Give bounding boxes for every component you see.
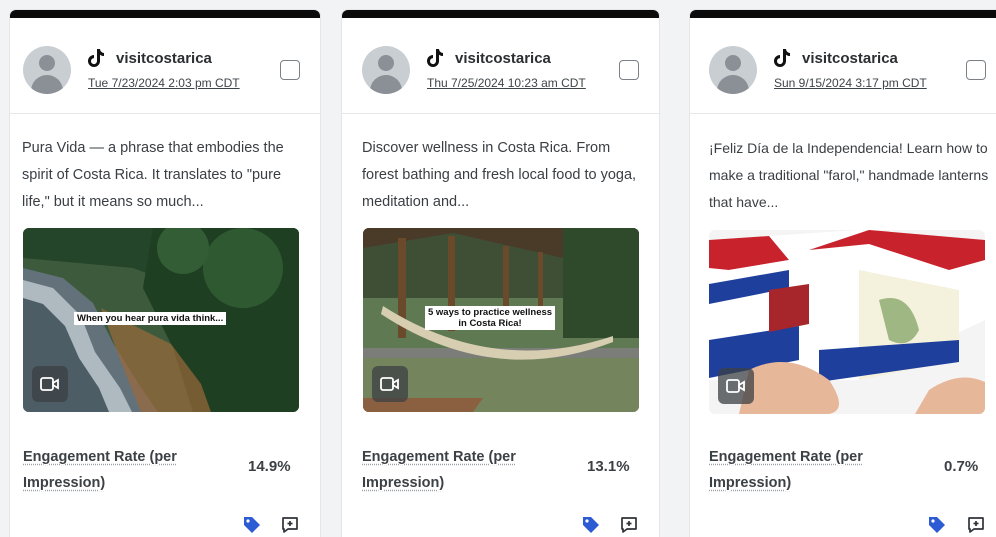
- post-text: ¡Feliz Día de la Independencia! Learn ho…: [709, 135, 996, 216]
- select-checkbox[interactable]: [619, 60, 639, 80]
- video-icon: [718, 368, 754, 404]
- engagement-rate-value: 13.1%: [587, 458, 630, 475]
- post-card[interactable]: visitcostarica Tue 7/23/2024 2:03 pm CDT…: [10, 10, 320, 537]
- avatar: [362, 46, 410, 94]
- post-timestamp-link[interactable]: Thu 7/25/2024 10:23 am CDT: [427, 76, 609, 90]
- engagement-rate-value: 14.9%: [248, 458, 291, 475]
- account-handle[interactable]: visitcostarica: [455, 50, 551, 67]
- comment-plus-icon[interactable]: [280, 515, 300, 535]
- tiktok-icon: [774, 48, 792, 68]
- tiktok-icon: [427, 48, 445, 68]
- avatar: [709, 46, 757, 94]
- tiktok-icon: [88, 48, 106, 68]
- tag-icon[interactable]: [581, 515, 601, 535]
- account-handle[interactable]: visitcostarica: [116, 50, 212, 67]
- post-media-thumbnail[interactable]: [709, 230, 985, 414]
- post-media-thumbnail[interactable]: When you hear pura vida think...: [23, 228, 299, 412]
- post-card[interactable]: visitcostarica Thu 7/25/2024 10:23 am CD…: [342, 10, 659, 537]
- tag-icon[interactable]: [927, 515, 947, 535]
- post-media-thumbnail[interactable]: 5 ways to practice wellness in Costa Ric…: [363, 228, 639, 412]
- video-icon: [372, 366, 408, 402]
- comment-plus-icon[interactable]: [966, 515, 986, 535]
- post-card-header: visitcostarica Thu 7/25/2024 10:23 am CD…: [342, 18, 659, 114]
- avatar: [23, 46, 71, 94]
- post-text: Discover wellness in Costa Rica. From fo…: [362, 135, 643, 216]
- select-checkbox[interactable]: [280, 60, 300, 80]
- media-caption-overlay: When you hear pura vida think...: [74, 312, 226, 325]
- post-timestamp-link[interactable]: Sun 9/15/2024 3:17 pm CDT: [774, 76, 960, 90]
- engagement-rate-label[interactable]: Engagement Rate (per Impression): [362, 444, 562, 496]
- account-handle[interactable]: visitcostarica: [802, 50, 898, 67]
- comment-plus-icon[interactable]: [619, 515, 639, 535]
- media-caption-overlay: 5 ways to practice wellness in Costa Ric…: [425, 306, 555, 330]
- post-card-header: visitcostarica Sun 9/15/2024 3:17 pm CDT: [690, 18, 996, 114]
- post-timestamp-link[interactable]: Tue 7/23/2024 2:03 pm CDT: [88, 76, 274, 90]
- engagement-rate-label[interactable]: Engagement Rate (per Impression): [709, 444, 909, 496]
- select-checkbox[interactable]: [966, 60, 986, 80]
- tag-icon[interactable]: [242, 515, 262, 535]
- engagement-rate-value: 0.7%: [944, 458, 978, 475]
- post-card[interactable]: visitcostarica Sun 9/15/2024 3:17 pm CDT…: [690, 10, 996, 537]
- video-icon: [32, 366, 68, 402]
- post-text: Pura Vida — a phrase that embodies the s…: [22, 135, 306, 216]
- engagement-rate-label[interactable]: Engagement Rate (per Impression): [23, 444, 223, 496]
- post-card-header: visitcostarica Tue 7/23/2024 2:03 pm CDT: [10, 18, 320, 114]
